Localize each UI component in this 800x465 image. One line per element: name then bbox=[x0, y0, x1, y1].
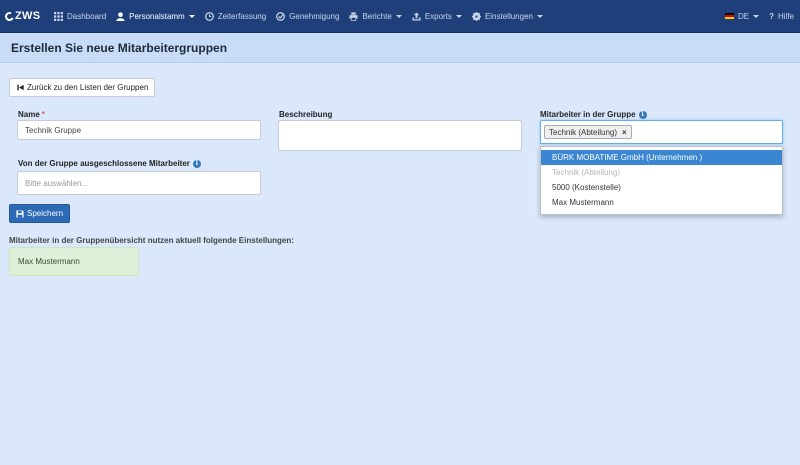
nav-item-dashboard[interactable]: Dashboard bbox=[49, 0, 111, 32]
nav-label-dashboard: Dashboard bbox=[67, 11, 107, 21]
name-input[interactable]: Technik Gruppe bbox=[17, 120, 261, 140]
nav-label-zeiterfassung: Zeiterfassung bbox=[217, 11, 267, 21]
summary-member-box: Max Mustermann bbox=[9, 247, 139, 276]
back-to-groups-button[interactable]: Zurück zu den Listen der Gruppen bbox=[9, 78, 155, 97]
chevron-down-icon bbox=[455, 14, 462, 18]
back-button-label: Zurück zu den Listen der Gruppen bbox=[27, 83, 149, 92]
info-icon[interactable]: i bbox=[192, 159, 201, 168]
german-flag-icon bbox=[724, 13, 734, 19]
selected-tag-label: Technik (Abteilung) bbox=[549, 127, 618, 137]
info-icon[interactable]: i bbox=[638, 110, 647, 119]
question-icon: ? bbox=[769, 11, 774, 21]
name-label: Name * bbox=[18, 110, 45, 119]
dropdown-option-employee[interactable]: Max Mustermann bbox=[541, 195, 782, 210]
check-circle-icon bbox=[276, 11, 286, 21]
save-button-label: Speichern bbox=[27, 209, 64, 218]
nav-label-berichte: Berichte bbox=[362, 11, 392, 21]
chevron-down-icon bbox=[188, 14, 195, 18]
brand-logo[interactable]: ZWS bbox=[0, 0, 49, 32]
description-label: Beschreibung bbox=[279, 110, 332, 119]
page-title: Erstellen Sie neue Mitarbeitergruppen bbox=[11, 40, 228, 55]
option-label: Technik (Abteilung) bbox=[552, 168, 621, 177]
logo-ring-icon bbox=[3, 10, 16, 22]
selected-tag-technik: Technik (Abteilung) × bbox=[544, 125, 632, 139]
floppy-disk-icon bbox=[16, 209, 24, 218]
nav-item-personalstamm[interactable]: Personalstamm bbox=[111, 0, 200, 32]
help-link[interactable]: ? Hilfe bbox=[764, 0, 800, 32]
top-navbar: ZWS Dashboard Personalstamm Zeiterfassun… bbox=[0, 0, 800, 33]
page-header: Erstellen Sie neue Mitarbeitergruppen bbox=[0, 33, 800, 63]
dropdown-option-cost-center[interactable]: 5000 (Kostenstelle) bbox=[541, 180, 782, 195]
summary-member-name: Max Mustermann bbox=[18, 257, 80, 266]
nav-item-exports[interactable]: Exports bbox=[407, 0, 467, 32]
summary-text: Mitarbeiter in der Gruppenübersicht nutz… bbox=[9, 236, 294, 245]
print-icon bbox=[349, 11, 359, 21]
nav-item-einstellungen[interactable]: Einstellungen bbox=[467, 0, 548, 32]
name-input-value: Technik Gruppe bbox=[25, 125, 82, 135]
grid-icon bbox=[54, 11, 63, 21]
dropdown-option-company[interactable]: BÜRK MOBATIME GmbH (Unternehmen ) bbox=[541, 150, 782, 165]
nav-label-personalstamm: Personalstamm bbox=[129, 11, 185, 21]
chevron-down-icon bbox=[536, 14, 543, 18]
help-label: Hilfe bbox=[777, 11, 794, 21]
export-icon bbox=[412, 11, 421, 21]
excluded-members-select[interactable]: Bitte auswählen... bbox=[17, 171, 261, 195]
option-label: BÜRK MOBATIME GmbH (Unternehmen ) bbox=[552, 153, 703, 162]
members-multiselect[interactable]: Technik (Abteilung) × bbox=[540, 120, 783, 144]
user-icon bbox=[116, 11, 125, 21]
chevron-down-icon bbox=[395, 14, 402, 18]
nav-label-genehmigung: Genehmigung bbox=[289, 11, 340, 21]
chevron-down-icon bbox=[753, 14, 760, 18]
nav-item-berichte[interactable]: Berichte bbox=[344, 0, 406, 32]
dropdown-option-department: Technik (Abteilung) bbox=[541, 165, 782, 180]
nav-label-exports: Exports bbox=[424, 11, 452, 21]
skip-back-icon bbox=[17, 84, 24, 91]
description-label-text: Beschreibung bbox=[279, 110, 333, 119]
brand-name: ZWS bbox=[15, 10, 41, 22]
language-label: DE bbox=[737, 11, 750, 21]
gear-icon bbox=[471, 11, 481, 21]
remove-tag-icon[interactable]: × bbox=[622, 128, 627, 137]
option-label: 5000 (Kostenstelle) bbox=[552, 183, 621, 192]
clock-icon bbox=[204, 11, 214, 21]
nav-label-einstellungen: Einstellungen bbox=[484, 11, 533, 21]
option-label: Max Mustermann bbox=[552, 198, 614, 207]
members-dropdown-list: BÜRK MOBATIME GmbH (Unternehmen ) Techni… bbox=[540, 146, 783, 215]
nav-right: DE ? Hilfe bbox=[720, 0, 800, 32]
excluded-label: Von der Gruppe ausgeschlossene Mitarbeit… bbox=[18, 159, 201, 168]
excluded-placeholder: Bitte auswählen... bbox=[25, 178, 89, 188]
language-selector[interactable]: DE bbox=[720, 0, 764, 32]
name-label-text: Name bbox=[18, 110, 40, 119]
members-label: Mitarbeiter in der Gruppe i bbox=[540, 110, 647, 119]
save-button[interactable]: Speichern bbox=[9, 204, 70, 223]
nav-item-genehmigung[interactable]: Genehmigung bbox=[271, 0, 344, 32]
description-textarea[interactable] bbox=[278, 120, 522, 151]
required-marker: * bbox=[41, 110, 45, 119]
members-label-text: Mitarbeiter in der Gruppe bbox=[540, 110, 636, 119]
excluded-label-text: Von der Gruppe ausgeschlossene Mitarbeit… bbox=[18, 159, 190, 168]
nav-item-zeiterfassung[interactable]: Zeiterfassung bbox=[200, 0, 271, 32]
